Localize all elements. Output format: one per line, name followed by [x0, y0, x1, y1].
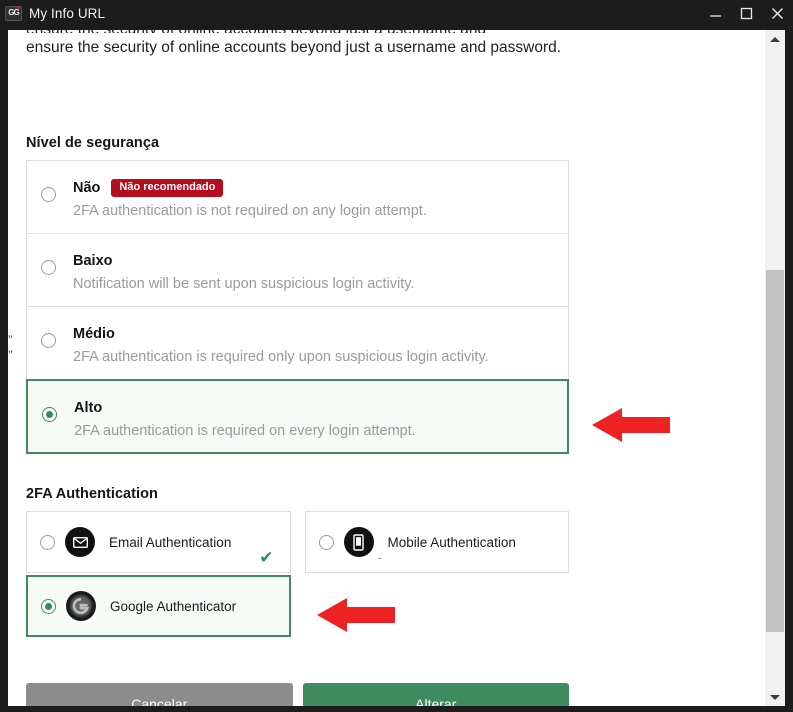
security-level-name: Médio — [73, 325, 115, 342]
method-email-authentication[interactable]: Email Authentication ✔ — [26, 511, 291, 573]
security-level-name: Alto — [74, 399, 103, 416]
minimize-icon[interactable] — [700, 0, 731, 27]
two-fa-method-list: Email Authentication ✔ Mobile Authentica… — [26, 511, 569, 637]
scrollbar-thumb[interactable] — [766, 270, 784, 632]
security-level-header: Médio — [73, 324, 489, 343]
app-icon: GG — [5, 6, 22, 21]
scroll-up-button[interactable] — [765, 30, 785, 48]
method-label: Email Authentication — [109, 534, 232, 550]
dialog-content: ensure the security of online accounts b… — [8, 30, 765, 706]
radio-nao[interactable] — [41, 187, 56, 202]
envelope-icon — [65, 527, 95, 557]
radio-email-authentication[interactable] — [40, 534, 55, 550]
chevron-down-icon — [770, 694, 780, 700]
security-level-header: Baixo — [73, 251, 414, 270]
intro-text: ensure the security of online accounts b… — [26, 39, 562, 56]
security-level-list: Não Não recomendado 2FA authentication i… — [26, 160, 569, 454]
radio-google-authenticator[interactable] — [41, 598, 56, 614]
method-label: Mobile Authentication — [387, 534, 516, 550]
two-fa-heading: 2FA Authentication — [26, 486, 158, 502]
mobile-phone-icon — [343, 527, 374, 557]
security-level-description: 2FA authentication is required only upon… — [73, 349, 489, 365]
security-level-heading: Nível de segurança — [26, 135, 160, 151]
google-authenticator-icon — [66, 591, 96, 621]
title-bar[interactable]: GG My Info URL — [0, 0, 793, 27]
security-level-header: Não Não recomendado — [73, 178, 427, 197]
close-icon[interactable] — [762, 0, 793, 27]
chevron-up-icon — [770, 36, 780, 42]
security-level-body: Médio 2FA authentication is required onl… — [73, 323, 489, 366]
method-sublabel: - — [377, 550, 382, 565]
method-mobile-authentication[interactable]: Mobile Authentication - — [304, 511, 569, 573]
dialog-footer: Cancelar Alterar — [26, 683, 569, 706]
security-level-name: Baixo — [73, 252, 113, 269]
method-label: Google Authenticator — [110, 598, 237, 614]
security-level-option-nao[interactable]: Não Não recomendado 2FA authentication i… — [27, 161, 568, 234]
window-title: My Info URL — [29, 6, 106, 21]
security-level-name: Não — [73, 179, 101, 196]
security-level-header: Alto — [74, 398, 416, 417]
method-row-bottom: Google Authenticator — [26, 573, 569, 637]
submit-button[interactable]: Alterar — [302, 683, 569, 706]
window-controls — [700, 0, 793, 27]
scrollbar-track[interactable] — [765, 48, 785, 688]
method-row-top: Email Authentication ✔ Mobile Authentica… — [26, 511, 569, 573]
security-level-description: Notification will be sent upon suspiciou… — [73, 276, 415, 292]
security-level-body: Alto 2FA authentication is required on e… — [74, 397, 416, 440]
security-level-option-alto[interactable]: Alto 2FA authentication is required on e… — [26, 379, 569, 454]
intro-text-clipped: ensure the security of online accounts b… — [26, 30, 566, 33]
method-google-authenticator[interactable]: Google Authenticator — [26, 575, 291, 637]
annotation-arrow-security-level — [592, 405, 670, 450]
maximize-icon[interactable] — [731, 0, 762, 27]
dialog-page: ensure the security of online accounts b… — [8, 30, 785, 706]
left-edge-artifact: " " — [8, 332, 15, 361]
app-icon-glyph: GG — [8, 8, 19, 17]
radio-medio[interactable] — [41, 333, 56, 348]
verified-check-icon: ✔ — [259, 548, 274, 567]
radio-baixo[interactable] — [41, 260, 56, 275]
cancel-button[interactable]: Cancelar — [26, 683, 293, 706]
app-window: GG My Info URL ensure the security of on… — [0, 0, 793, 712]
security-level-option-medio[interactable]: Médio 2FA authentication is required onl… — [27, 307, 568, 380]
radio-alto[interactable] — [42, 407, 57, 422]
status-badge: Não recomendado — [111, 178, 224, 197]
scroll-down-button[interactable] — [765, 688, 785, 706]
security-level-body: Baixo Notification will be sent upon sus… — [73, 250, 415, 293]
security-level-description: 2FA authentication is not required on an… — [73, 203, 427, 219]
annotation-arrow-google-authenticator — [317, 595, 395, 640]
security-level-option-baixo[interactable]: Baixo Notification will be sent upon sus… — [27, 234, 568, 307]
vertical-scrollbar[interactable] — [765, 30, 785, 706]
security-level-description: 2FA authentication is required on every … — [74, 423, 416, 439]
security-level-body: Não Não recomendado 2FA authentication i… — [73, 177, 427, 219]
radio-mobile-authentication[interactable] — [318, 534, 334, 550]
